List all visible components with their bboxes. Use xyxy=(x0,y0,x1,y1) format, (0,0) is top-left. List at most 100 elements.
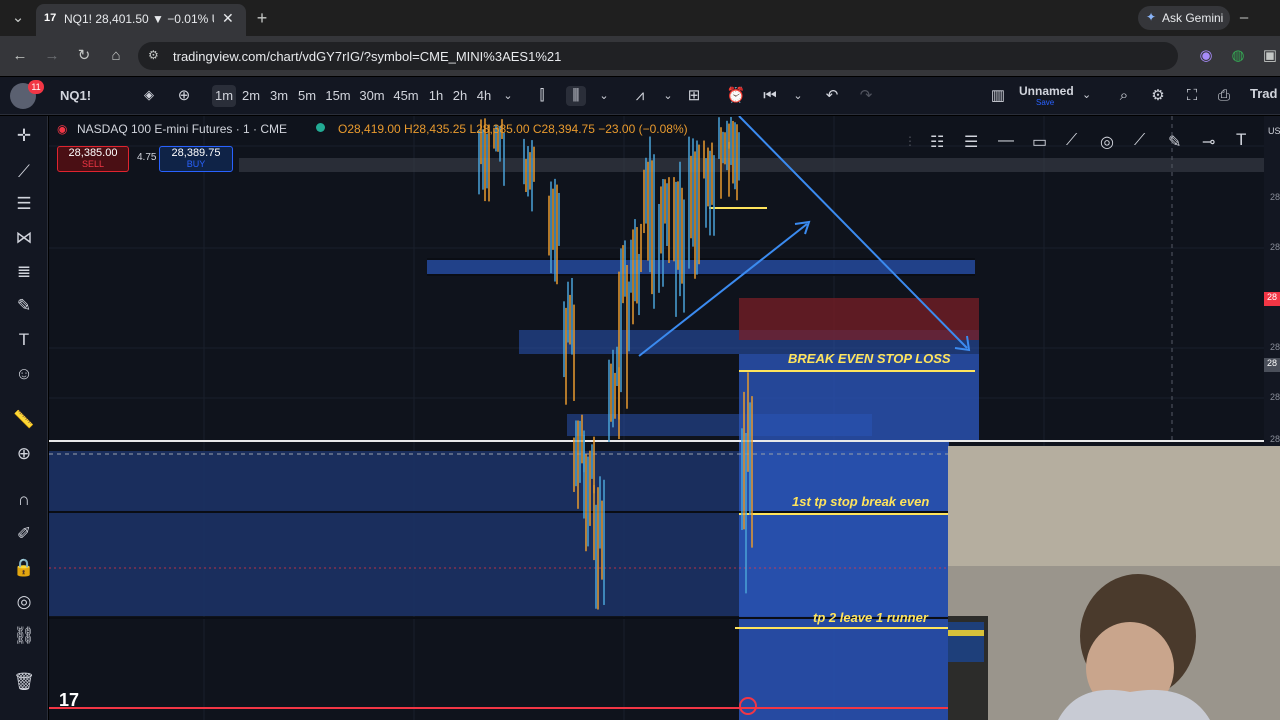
back-icon[interactable]: ← xyxy=(10,46,30,66)
fib-tool-icon[interactable]: ☰ xyxy=(964,132,978,152)
address-bar[interactable]: ⚙ tradingview.com/chart/vdGY7rIG/?symbol… xyxy=(138,42,1178,70)
timeframe-5m[interactable]: 5m xyxy=(296,85,318,107)
trend-line-icon[interactable]: ⟋ xyxy=(12,160,36,184)
quick-search-icon[interactable]: ⌕ xyxy=(1114,86,1134,106)
brush-tool-icon[interactable]: ✎ xyxy=(1168,132,1181,152)
tab-search-icon[interactable]: ⌄ xyxy=(8,8,28,28)
tab-close-icon[interactable]: ✕ xyxy=(222,10,234,27)
text-icon[interactable]: T xyxy=(1236,130,1246,150)
indicators-icon[interactable]: ⩘ xyxy=(630,86,650,106)
site-info-icon[interactable]: ⚙ xyxy=(148,48,159,62)
drag-handle-icon[interactable]: ⋮ xyxy=(904,134,916,148)
fib-retracement-icon[interactable]: ≣ xyxy=(12,260,36,284)
brush-icon[interactable]: ✎ xyxy=(12,294,36,318)
new-tab-icon[interactable]: + xyxy=(252,8,272,28)
timeframe-45m[interactable]: 45m xyxy=(392,85,420,107)
extension-icon-2[interactable]: ◍ xyxy=(1228,46,1248,66)
break-even-label: BREAK EVEN STOP LOSS xyxy=(788,351,951,366)
price-band-top xyxy=(239,158,1264,172)
forward-icon[interactable]: → xyxy=(42,46,62,66)
browser-tab[interactable]: 17 NQ1! 28,401.50 ▼ −0.01% Unn ✕ xyxy=(36,4,246,36)
axis-tick: 28 xyxy=(1270,242,1280,252)
trash-icon[interactable]: 🗑 xyxy=(12,670,36,694)
layout-save-label: Save xyxy=(1036,98,1055,107)
fullscreen-icon[interactable]: ⛶ xyxy=(1182,86,1202,106)
undo-icon[interactable]: ↶ xyxy=(822,86,842,106)
layouts-grid-icon[interactable]: ⊞ xyxy=(684,86,704,106)
hide-drawings-eye-icon[interactable]: ◎ xyxy=(12,590,36,614)
sell-button[interactable]: 28,385.00 SELL xyxy=(57,146,129,172)
ruler-icon[interactable]: 📏 xyxy=(12,408,36,432)
webcam-overlay xyxy=(948,446,1280,720)
replay-rewind-icon[interactable]: ⏮ xyxy=(760,86,780,106)
pitchfork-icon[interactable]: ⋈ xyxy=(12,226,36,250)
alert-icon[interactable]: ⏰ xyxy=(726,86,746,106)
layout-name: Unnamed xyxy=(1019,84,1074,98)
reload-icon[interactable]: ↻ xyxy=(74,46,94,66)
path-icon[interactable]: ⟋ xyxy=(1066,132,1077,150)
browser-tab-bar: ⌄ 17 NQ1! 28,401.50 ▼ −0.01% Unn ✕ + ✦ A… xyxy=(0,0,1280,36)
replay-dropdown-icon[interactable]: ⌄ xyxy=(788,86,808,106)
indicators-dropdown-icon[interactable]: ⌄ xyxy=(658,86,678,106)
circle-icon[interactable]: ◎ xyxy=(1100,132,1114,152)
chart-type-dropdown-icon[interactable]: ⌄ xyxy=(594,86,614,106)
webcam-image xyxy=(948,446,1280,720)
stay-in-drawing-mode-icon[interactable]: ✐ xyxy=(12,522,36,546)
ray-icon[interactable]: ⟋ xyxy=(1134,132,1145,150)
magnet-icon[interactable]: ∩ xyxy=(12,488,36,512)
redo-icon[interactable]: ↷ xyxy=(856,86,876,106)
gemini-icon: ✦ xyxy=(1146,10,1157,24)
crosshair-icon[interactable]: ✛ xyxy=(12,124,36,148)
lock-icon[interactable]: 🔒 xyxy=(12,556,36,580)
candles-style-icon[interactable]: ⫼ xyxy=(566,86,586,106)
axis-tick: 28 xyxy=(1270,342,1280,352)
timeframe-2m[interactable]: 2m xyxy=(240,85,262,107)
emoji-icon[interactable]: ☺ xyxy=(12,362,36,386)
tp1-label: 1st tp stop break even xyxy=(792,494,930,509)
panel-layout-icon[interactable]: ▥ xyxy=(988,86,1008,106)
buy-price: 28,389.75 xyxy=(171,147,221,159)
extensions-puzzle-icon[interactable]: ▣ xyxy=(1260,46,1280,66)
floating-drawing-toolbar: ⋮ ☷ ☰ — ▭ ⟋ ◎ ⟋ ✎ ⊸ T xyxy=(904,128,1264,158)
horizontal-lines-icon[interactable]: ☰ xyxy=(12,192,36,216)
home-icon[interactable]: ⌂ xyxy=(106,46,126,66)
text-tool-icon[interactable]: T xyxy=(12,328,36,352)
layout-name-button[interactable]: Unnamed Save ⌄ xyxy=(1016,82,1100,110)
timeframe-dropdown-icon[interactable]: ⌄ xyxy=(498,86,518,106)
stop-loss-zone xyxy=(739,298,979,340)
axis-currency: US xyxy=(1268,126,1280,136)
settings-gear-icon[interactable]: ⚙ xyxy=(1148,86,1168,106)
layout-dropdown-icon: ⌄ xyxy=(1082,89,1092,101)
timeframe-30m[interactable]: 30m xyxy=(358,85,386,107)
link-icon[interactable]: ⛓ xyxy=(12,624,36,648)
trade-button[interactable]: Trad xyxy=(1250,86,1277,101)
url-text: tradingview.com/chart/vdGY7rIG/?symbol=C… xyxy=(173,49,562,64)
legend-title: NASDAQ 100 E-mini Futures · 1 · CME xyxy=(77,122,288,136)
rectangle-icon[interactable]: ▭ xyxy=(1032,132,1047,152)
horizontal-line-icon[interactable]: — xyxy=(998,132,1014,150)
symbol-info-icon[interactable]: ◈ xyxy=(144,87,154,103)
timeframe-1h[interactable]: 1h xyxy=(426,85,446,107)
tab-title: NQ1! 28,401.50 ▼ −0.01% Unn xyxy=(64,12,214,26)
extension-icon[interactable]: ◉ xyxy=(1196,46,1216,66)
horizontal-ray-icon[interactable]: ⊸ xyxy=(1202,132,1215,152)
ask-gemini-button[interactable]: ✦ Ask Gemini xyxy=(1138,6,1230,30)
timeframe-3m[interactable]: 3m xyxy=(268,85,290,107)
timeframe-2h[interactable]: 2h xyxy=(450,85,470,107)
object-tree-icon[interactable]: ☷ xyxy=(930,132,944,152)
compare-add-icon[interactable]: ⊕ xyxy=(174,86,194,106)
snapshot-camera-icon[interactable]: ⎙ xyxy=(1214,86,1234,106)
timeframe-4h[interactable]: 4h xyxy=(474,85,494,107)
zoom-in-icon[interactable]: ⊕ xyxy=(12,442,36,466)
spread-value: 4.75 xyxy=(137,152,157,163)
buy-button[interactable]: 28,389.75 BUY xyxy=(159,146,233,172)
bar-replay-icon[interactable]: ⫿ xyxy=(532,86,552,106)
sell-label: SELL xyxy=(81,159,105,169)
timeframe-15m[interactable]: 15m xyxy=(324,85,352,107)
symbol-search[interactable]: NQ1! ◈ xyxy=(52,84,164,108)
minimize-icon[interactable]: – xyxy=(1234,8,1254,28)
buy-label: BUY xyxy=(186,159,206,169)
drawing-toolbar: ✛ ⟋ ☰ ⋈ ≣ ✎ T ☺ 📏 ⊕ ∩ ✐ 🔒 ◎ ⛓ 🗑 xyxy=(0,116,48,720)
symbol-label: NQ1! xyxy=(60,88,92,103)
timeframe-1m[interactable]: 1m xyxy=(212,85,236,107)
